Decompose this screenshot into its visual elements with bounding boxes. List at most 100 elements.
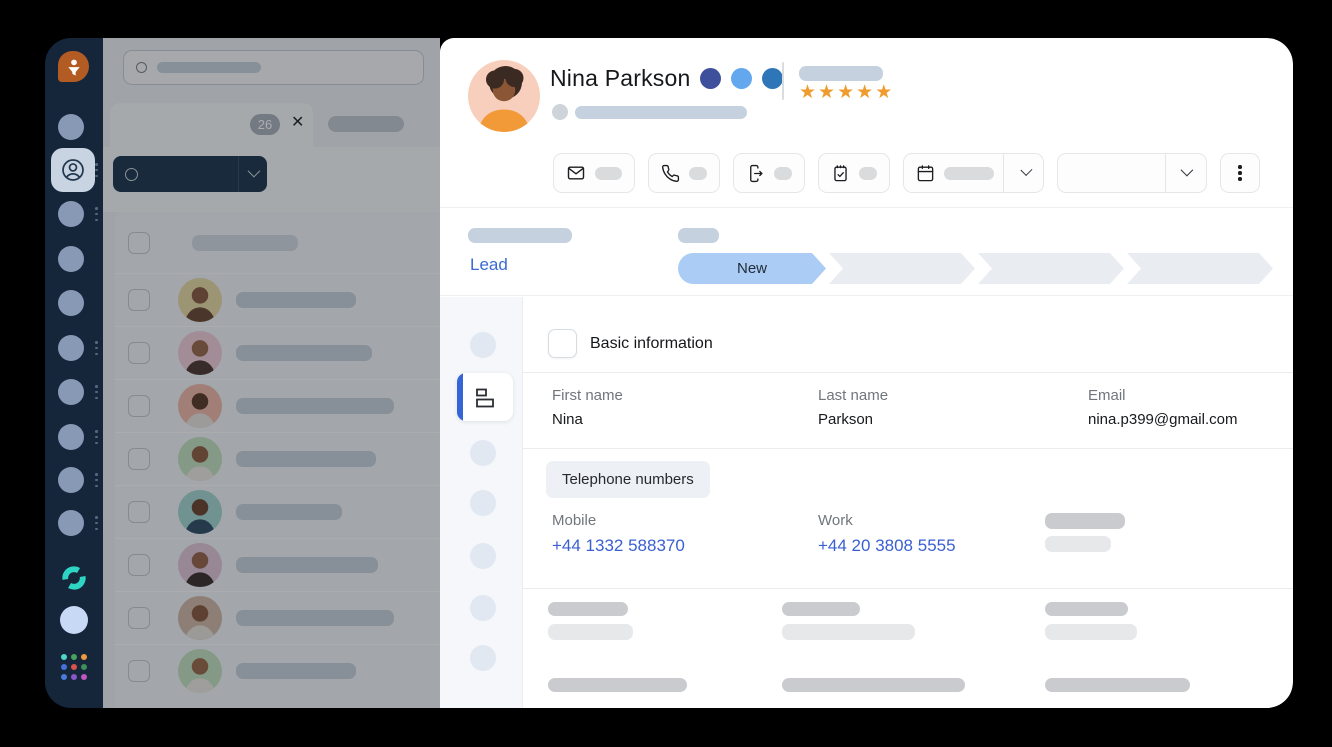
rail-item-6[interactable] (470, 595, 496, 621)
divider (1003, 154, 1004, 192)
send-to-mobile-button[interactable] (733, 153, 805, 193)
funnel-logo-icon[interactable] (58, 51, 89, 82)
phones-group-title: Telephone numbers (546, 461, 710, 498)
divider (523, 448, 1293, 449)
chevron-down-icon[interactable] (1020, 164, 1032, 176)
dropdown-button[interactable] (1057, 153, 1207, 193)
dim-overlay (103, 38, 440, 708)
field-value: Nina (552, 411, 623, 428)
label-skeleton (944, 167, 994, 180)
status-dot-blue[interactable] (762, 68, 783, 89)
field-mobile-phone[interactable]: Mobile +44 1332 588370 (552, 512, 685, 556)
sidebar-item-5[interactable] (58, 290, 84, 316)
star-icon[interactable]: ★ (856, 82, 875, 103)
field-email[interactable]: Email nina.p399@gmail.com (1088, 387, 1237, 428)
field-label: Email (1088, 387, 1237, 404)
sidebar-item-3[interactable] (58, 201, 84, 227)
user-avatar-placeholder[interactable] (60, 606, 88, 634)
value-skeleton (782, 624, 915, 640)
stage-new[interactable]: New (678, 253, 826, 284)
field-label: Work (818, 512, 956, 529)
star-icon[interactable]: ★ (818, 82, 837, 103)
calendar-split-button[interactable] (903, 153, 1044, 193)
status-dot-lightblue[interactable] (731, 68, 752, 89)
pipeline-stages: New (678, 253, 1273, 284)
task-button[interactable] (818, 153, 890, 193)
call-button[interactable] (648, 153, 720, 193)
divider (1165, 154, 1166, 192)
phone-link[interactable]: +44 1332 588370 (552, 536, 685, 556)
subtitle-row (552, 104, 747, 120)
fields-icon (473, 385, 497, 409)
detail-body: Basic information First name Nina Last n… (440, 297, 1293, 708)
action-buttons (553, 153, 1260, 193)
stage-2[interactable] (829, 253, 975, 284)
task-icon (831, 164, 850, 183)
drag-handle-icon (95, 430, 98, 444)
star-icon[interactable]: ★ (799, 82, 818, 103)
sidebar-item-contacts[interactable] (51, 148, 95, 192)
stage-3[interactable] (978, 253, 1124, 284)
status-dot-indigo[interactable] (700, 68, 721, 89)
chevron-down-icon[interactable] (1181, 163, 1194, 176)
sidebar-item-6[interactable] (58, 335, 84, 361)
contacts-list-panel: 26 ✕ (103, 38, 440, 708)
app-window: 26 ✕ (45, 38, 1293, 708)
field-first-name[interactable]: First name Nina (552, 387, 623, 428)
label-skeleton (548, 602, 628, 616)
field-label: Last name (818, 387, 888, 404)
divider (523, 372, 1293, 373)
email-icon (566, 163, 586, 183)
kebab-menu-icon (1238, 165, 1242, 181)
rating-stars[interactable]: ★★★★★ (799, 83, 894, 102)
stage-4[interactable] (1127, 253, 1273, 284)
owner-skeleton (799, 66, 883, 81)
apps-grid-icon[interactable] (61, 654, 87, 680)
sync-logo-icon[interactable] (60, 564, 88, 592)
name-row: Nina Parkson (550, 65, 783, 92)
label-skeleton (1045, 678, 1190, 692)
sidebar-item-7[interactable] (58, 379, 84, 405)
sidebar-item-8[interactable] (58, 424, 84, 450)
field-work-phone[interactable]: Work +44 20 3808 5555 (818, 512, 956, 556)
drag-handle-icon (95, 163, 98, 177)
calendar-icon (916, 164, 935, 183)
drag-handle-icon (95, 207, 98, 221)
label-skeleton (774, 167, 792, 180)
app-sidebar (45, 38, 103, 708)
record-type-link[interactable]: Lead (470, 255, 508, 275)
rail-item-1[interactable] (470, 332, 496, 358)
value-skeleton (1045, 624, 1137, 640)
rail-item-5[interactable] (470, 543, 496, 569)
rail-item-3[interactable] (470, 440, 496, 466)
field-value: nina.p399@gmail.com (1088, 411, 1237, 428)
sidebar-item-4[interactable] (58, 246, 84, 272)
rail-item-fields-active[interactable] (457, 373, 513, 421)
pipeline-label-skeleton (468, 228, 572, 243)
section-header: Basic information (548, 329, 713, 358)
star-icon[interactable]: ★ (837, 82, 856, 103)
star-icon[interactable]: ★ (875, 82, 894, 103)
subtitle-dot-skeleton (552, 104, 568, 120)
label-skeleton (548, 678, 687, 692)
label-skeleton (1045, 602, 1128, 616)
rail-item-7[interactable] (470, 645, 496, 671)
sidebar-item-9[interactable] (58, 467, 84, 493)
send-to-mobile-icon (746, 164, 765, 183)
drag-handle-icon (95, 341, 98, 355)
label-skeleton (782, 602, 860, 616)
field-last-name[interactable]: Last name Parkson (818, 387, 888, 428)
fields-content: Basic information First name Nina Last n… (523, 297, 1293, 708)
contact-header: Nina Parkson ★★★★★ (440, 38, 1293, 208)
sidebar-item-1[interactable] (58, 114, 84, 140)
rail-item-4[interactable] (470, 490, 496, 516)
email-button[interactable] (553, 153, 635, 193)
more-actions-button[interactable] (1220, 153, 1260, 193)
call-icon (661, 164, 680, 183)
field-label: Mobile (552, 512, 685, 529)
phone-link[interactable]: +44 20 3808 5555 (818, 536, 956, 556)
section-collapse-checkbox[interactable] (548, 329, 577, 358)
sidebar-item-10[interactable] (58, 510, 84, 536)
contact-avatar[interactable] (468, 60, 540, 132)
field-skeleton (1045, 536, 1111, 552)
